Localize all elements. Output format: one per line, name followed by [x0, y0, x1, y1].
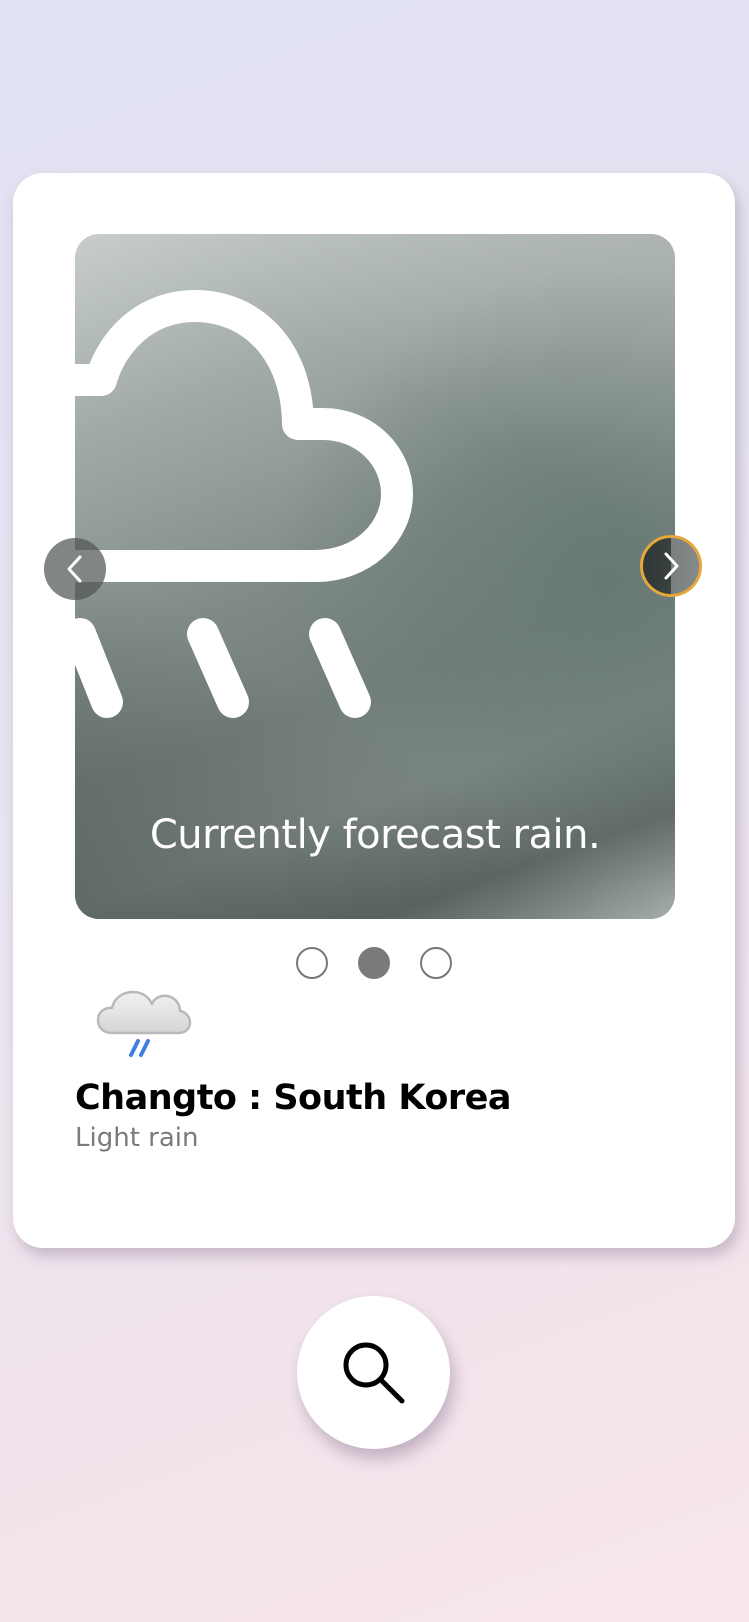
carousel-indicators	[13, 947, 735, 979]
search-icon	[343, 1342, 404, 1403]
chevron-right-icon	[664, 552, 679, 580]
carousel-dot[interactable]	[296, 947, 328, 979]
location-name: Changto : South Korea	[75, 1078, 512, 1118]
weather-card: Currently forecast rain. Changto : South…	[13, 173, 735, 1248]
search-button[interactable]	[297, 1296, 450, 1449]
carousel-slide: Currently forecast rain.	[75, 234, 675, 919]
carousel-prev-button[interactable]	[44, 538, 106, 600]
carousel-dot-active[interactable]	[358, 947, 390, 979]
light-rain-icon	[96, 990, 192, 1057]
weather-condition: Light rain	[75, 1123, 199, 1153]
carousel-dot[interactable]	[420, 947, 452, 979]
slide-caption: Currently forecast rain.	[149, 812, 601, 858]
chevron-left-icon	[67, 555, 82, 583]
carousel-next-button[interactable]	[640, 535, 702, 597]
